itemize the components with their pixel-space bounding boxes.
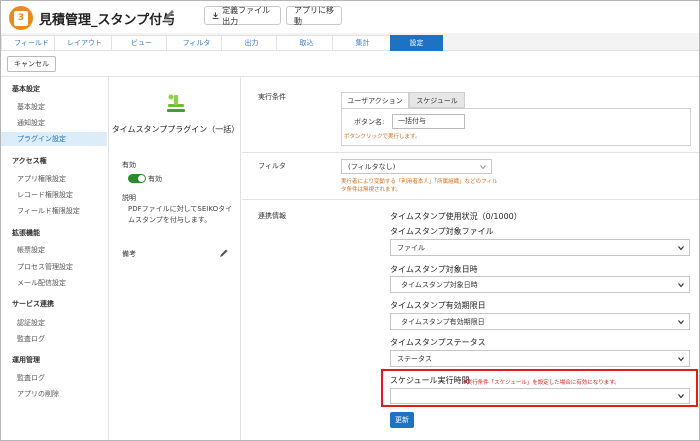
app-title: 見積管理_スタンプ付与 [39, 13, 176, 28]
goto-app-button[interactable]: アプリに移動 [286, 5, 342, 26]
divider-1 [242, 152, 699, 153]
target-file-value: ファイル [397, 243, 425, 252]
status-label: タイムスタンプステータス [390, 338, 486, 347]
filter-select-value: (フィルタなし) [348, 162, 396, 171]
sidebar-section-extensions: 拡張機能 [12, 229, 40, 237]
chevron-down-icon [678, 245, 684, 250]
tab-filter[interactable]: フィルタ [166, 35, 227, 51]
chevron-down-icon [678, 356, 684, 361]
button-name-label: ボタン名: [354, 118, 385, 126]
app-icon-label: 3 [14, 10, 28, 26]
divider-2 [242, 199, 699, 200]
expiry-date-select[interactable]: タイムスタンプ有効期限日 [390, 313, 690, 330]
expiry-date-label: タイムスタンプ有効期限日 [390, 301, 486, 310]
export-definition-button[interactable]: 定義ファイル出力 [204, 5, 281, 26]
schedule-time-note: ※実行条件「スケジュール」を設定した場合に有効になります。 [462, 380, 620, 386]
button-name-input[interactable]: 一括付与 [392, 114, 465, 129]
sidebar-section-operations: 運用管理 [12, 356, 40, 364]
action-row: キャンセル [1, 51, 699, 77]
edit-notes-icon[interactable] [219, 248, 229, 258]
enabled-label: 有効 [122, 161, 136, 169]
chevron-down-icon [678, 319, 684, 324]
plugin-description: PDFファイルに対してSEIKOタイムスタンプを付与します。 [128, 205, 233, 224]
tab-field[interactable]: フィールド [1, 35, 62, 51]
filter-note-line2: タ条件は無視されます。 [341, 187, 401, 193]
update-button[interactable]: 更新 [390, 412, 414, 428]
sidebar-item-notification[interactable]: 通知設定 [1, 116, 107, 130]
tab-aggregate[interactable]: 集計 [332, 35, 393, 51]
chevron-down-icon [678, 282, 684, 287]
sidebar-item-record-permission[interactable]: レコード権限設定 [1, 188, 107, 202]
link-info-label: 連携情報 [258, 212, 286, 220]
sidebar-item-mail[interactable]: メール配信設定 [1, 276, 107, 290]
download-icon [212, 12, 219, 19]
cancel-button[interactable]: キャンセル [7, 56, 56, 72]
description-label: 説明 [122, 194, 136, 202]
target-datetime-select[interactable]: タイムスタンプ対象日時 [390, 276, 690, 293]
exec-hint: ボタンクリックで実行します。 [344, 134, 421, 140]
app-icon: 3 [9, 6, 33, 30]
sidebar-item-basic-settings[interactable]: 基本設定 [1, 100, 107, 114]
filter-label: フィルタ [258, 162, 286, 170]
exec-condition-label: 実行条件 [258, 93, 286, 101]
sidebar-item-forms[interactable]: 帳票設定 [1, 243, 107, 257]
enabled-toggle[interactable] [128, 174, 146, 183]
plugin-name: タイムスタンププラグイン（一括） [111, 125, 240, 134]
filter-select[interactable]: (フィルタなし) [341, 159, 492, 174]
tab-view[interactable]: ビュー [111, 35, 172, 51]
tab-output[interactable]: 出力 [221, 35, 282, 51]
export-definition-label: 定義ファイル出力 [222, 5, 271, 26]
status-select[interactable]: ステータス [390, 350, 690, 367]
target-datetime-value: タイムスタンプ対象日時 [401, 280, 478, 289]
status-value: ステータス [397, 354, 432, 363]
sidebar-item-field-permission[interactable]: フィールド権限設定 [1, 204, 107, 218]
schedule-time-label: スケジュール実行時間 [390, 376, 470, 385]
timestamp-plugin-icon [167, 94, 185, 112]
sidebar-item-plugin-settings[interactable]: プラグイン設定 [1, 132, 107, 146]
expiry-date-value: タイムスタンプ有効期限日 [401, 317, 485, 326]
enabled-toggle-text: 有効 [148, 175, 162, 183]
notes-label: 備考 [122, 250, 136, 258]
sidebar-item-app-permission[interactable]: アプリ権限設定 [1, 172, 107, 186]
sidebar-item-audit-log-1[interactable]: 監査ログ [1, 332, 107, 346]
sidebar-section-basic: 基本設定 [12, 85, 40, 93]
schedule-time-select[interactable] [390, 388, 690, 404]
sidebar-item-audit-log-2[interactable]: 監査ログ [1, 371, 107, 385]
app-header: 3 見積管理_スタンプ付与 [1, 1, 699, 33]
tab-settings[interactable]: 設定 [390, 35, 443, 51]
timestamp-usage: タイムスタンプ使用状況（0/1000） [390, 212, 522, 221]
sidebar-section-access: アクセス権 [12, 157, 47, 165]
tab-layout[interactable]: レイアウト [54, 35, 115, 51]
edit-title-icon[interactable] [163, 8, 175, 22]
tab-user-action[interactable]: ユーザアクション [341, 92, 409, 108]
tab-import[interactable]: 取込 [276, 35, 337, 51]
filter-note-line1: 実行者により変動する「利用者本人」「所属組織」などのフィル [341, 179, 498, 185]
sidebar-item-process[interactable]: プロセス管理設定 [1, 260, 107, 274]
sidebar-section-services: サービス連携 [12, 300, 54, 308]
sidebar-item-delete-app[interactable]: アプリの削除 [1, 387, 107, 401]
target-file-select[interactable]: ファイル [390, 239, 690, 256]
chevron-down-icon [678, 394, 684, 399]
chevron-down-icon [480, 164, 486, 169]
goto-app-label: アプリに移動 [294, 5, 334, 26]
target-file-label: タイムスタンプ対象ファイル [390, 227, 494, 236]
target-datetime-label: タイムスタンプ対象日時 [390, 265, 478, 274]
tab-schedule[interactable]: スケジュール [409, 92, 465, 108]
sidebar-item-auth[interactable]: 認証設定 [1, 316, 107, 330]
